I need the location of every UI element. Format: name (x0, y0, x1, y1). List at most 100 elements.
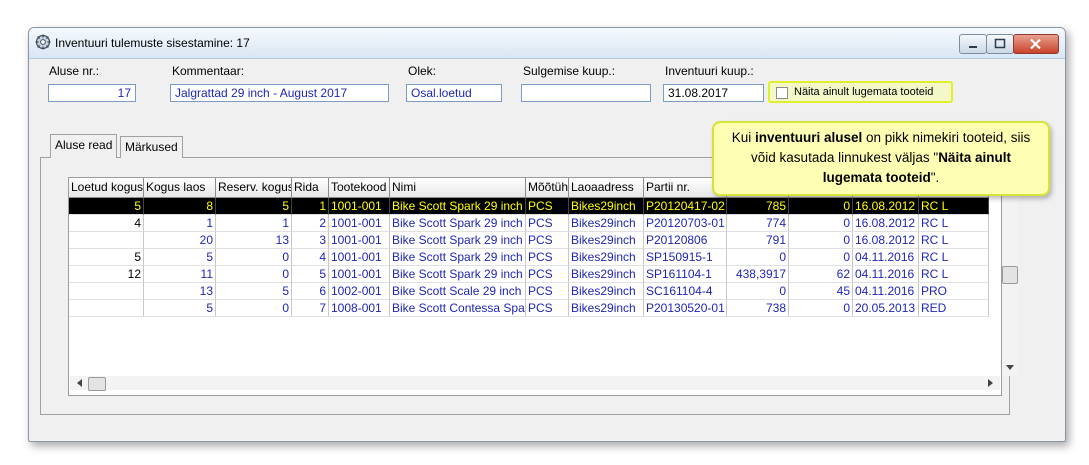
table-cell[interactable]: 1001-001 (329, 232, 390, 249)
table-cell[interactable]: 1001-001 (329, 266, 390, 283)
vertical-scroll-thumb[interactable] (1002, 266, 1018, 284)
table-cell[interactable]: 1001-001 (329, 249, 390, 266)
table-cell[interactable]: 2 (292, 215, 329, 232)
table-cell[interactable]: PCS (526, 232, 569, 249)
table-cell[interactable]: 1 (292, 198, 329, 215)
minimize-button[interactable] (959, 34, 987, 54)
table-cell[interactable]: RC L (919, 198, 989, 215)
table-cell[interactable]: SP161104-1 (644, 266, 727, 283)
table-cell[interactable]: Bikes29inch (569, 215, 644, 232)
table-cell[interactable]: 7 (292, 300, 329, 317)
table-cell[interactable]: PCS (526, 266, 569, 283)
tab-markused[interactable]: Märkused (120, 136, 183, 158)
show-unread-checkbox[interactable] (776, 87, 788, 99)
column-header[interactable]: Nimi (390, 178, 526, 198)
table-cell[interactable]: PCS (526, 283, 569, 300)
column-header[interactable]: Kogus laos (144, 178, 216, 198)
table-cell[interactable]: PCS (526, 198, 569, 215)
table-cell[interactable]: Bike Scott Spark 29 inch (390, 266, 526, 283)
table-cell[interactable]: RC L (919, 249, 989, 266)
vertical-scrollbar[interactable] (1002, 178, 1018, 376)
table-cell[interactable]: 0 (216, 249, 292, 266)
tab-aluse-read[interactable]: Aluse read (50, 134, 118, 158)
table-cell[interactable]: PCS (526, 249, 569, 266)
scroll-right-icon[interactable] (986, 379, 994, 387)
table-cell[interactable]: RC L (919, 266, 989, 283)
table-cell[interactable]: 11 (144, 266, 216, 283)
table-cell[interactable]: RED (919, 300, 989, 317)
table-cell[interactable]: 0 (789, 198, 853, 215)
table-cell[interactable]: Bikes29inch (569, 283, 644, 300)
scroll-left-icon[interactable] (76, 379, 84, 387)
table-cell[interactable]: 5 (69, 249, 144, 266)
table-cell[interactable]: 3 (292, 232, 329, 249)
table-cell[interactable]: 45 (789, 283, 853, 300)
column-header[interactable]: Mõõtühik (526, 178, 569, 198)
table-cell[interactable] (69, 283, 144, 300)
table-cell[interactable]: 0 (789, 232, 853, 249)
table-cell[interactable]: 5 (144, 300, 216, 317)
table-cell[interactable]: SP150915-1 (644, 249, 727, 266)
title-bar[interactable]: Inventuuri tulemuste sisestamine: 17 (29, 28, 1065, 59)
table-cell[interactable]: 13 (216, 232, 292, 249)
table-cell[interactable]: 4 (292, 249, 329, 266)
status-field[interactable]: Osal.loetud (406, 84, 502, 102)
table-cell[interactable]: 16.08.2012 (853, 215, 919, 232)
table-cell[interactable]: 0 (789, 249, 853, 266)
table-cell[interactable]: 1 (216, 215, 292, 232)
table-cell[interactable]: 16.08.2012 (853, 232, 919, 249)
table-cell[interactable]: 8 (144, 198, 216, 215)
table-cell[interactable]: 438,3917 (727, 266, 789, 283)
maximize-button[interactable] (986, 34, 1014, 54)
table-cell[interactable]: Bike Scott Spark 29 inch (390, 232, 526, 249)
closing-date-field[interactable] (521, 84, 651, 102)
column-header[interactable]: Rida (292, 178, 329, 198)
table-cell[interactable]: 5 (292, 266, 329, 283)
table-cell[interactable]: 0 (216, 266, 292, 283)
table-cell[interactable]: SC161104-4 (644, 283, 727, 300)
table-cell[interactable]: Bike Scott Contessa Spark (390, 300, 526, 317)
table-cell[interactable]: 0 (216, 300, 292, 317)
table-cell[interactable]: 791 (727, 232, 789, 249)
table-cell[interactable]: 62 (789, 266, 853, 283)
table-cell[interactable]: PRO (919, 283, 989, 300)
table-cell[interactable]: RC L (919, 232, 989, 249)
table-cell[interactable]: Bike Scott Spark 29 inch (390, 198, 526, 215)
table-cell[interactable]: RC L (919, 215, 989, 232)
table-cell[interactable]: 04.11.2016 (853, 283, 919, 300)
table-cell[interactable]: PCS (526, 215, 569, 232)
table-cell[interactable] (69, 232, 144, 249)
table-cell[interactable]: 04.11.2016 (853, 249, 919, 266)
table-cell[interactable]: Bike Scott Spark 29 inch (390, 215, 526, 232)
table-cell[interactable]: 20.05.2013 (853, 300, 919, 317)
table-cell[interactable]: 0 (789, 300, 853, 317)
table-cell[interactable]: 1 (144, 215, 216, 232)
table-cell[interactable]: 774 (727, 215, 789, 232)
table-cell[interactable]: 16.08.2012 (853, 198, 919, 215)
table-cell[interactable]: 1001-001 (329, 215, 390, 232)
table-cell[interactable]: 4 (69, 215, 144, 232)
horizontal-scroll-thumb[interactable] (88, 377, 106, 391)
table-cell[interactable]: 0 (727, 283, 789, 300)
table-cell[interactable]: Bikes29inch (569, 198, 644, 215)
scroll-down-icon[interactable] (1006, 364, 1014, 370)
table-cell[interactable]: 738 (727, 300, 789, 317)
column-header[interactable]: Reserv. kogus (216, 178, 292, 198)
table-cell[interactable]: P20120417-02 (644, 198, 727, 215)
base-no-field[interactable]: 17 (48, 84, 136, 102)
table-cell[interactable]: 5 (69, 198, 144, 215)
table-cell[interactable]: 20 (144, 232, 216, 249)
table-cell[interactable]: 5 (144, 249, 216, 266)
table-cell[interactable]: 6 (292, 283, 329, 300)
table-cell[interactable]: 0 (727, 249, 789, 266)
show-unread-checkbox-row[interactable]: Näita ainult lugemata tooteid (768, 81, 953, 103)
table-cell[interactable]: 12 (69, 266, 144, 283)
table-cell[interactable]: Bike Scott Scale 29 inch (390, 283, 526, 300)
table-cell[interactable] (69, 300, 144, 317)
table-cell[interactable]: 5 (216, 283, 292, 300)
table-cell[interactable]: Bikes29inch (569, 232, 644, 249)
table-cell[interactable]: P20120806 (644, 232, 727, 249)
comment-field[interactable]: Jalgrattad 29 inch - August 2017 (170, 84, 389, 102)
table-cell[interactable]: Bikes29inch (569, 266, 644, 283)
table-cell[interactable]: Bike Scott Spark 29 inch (390, 249, 526, 266)
